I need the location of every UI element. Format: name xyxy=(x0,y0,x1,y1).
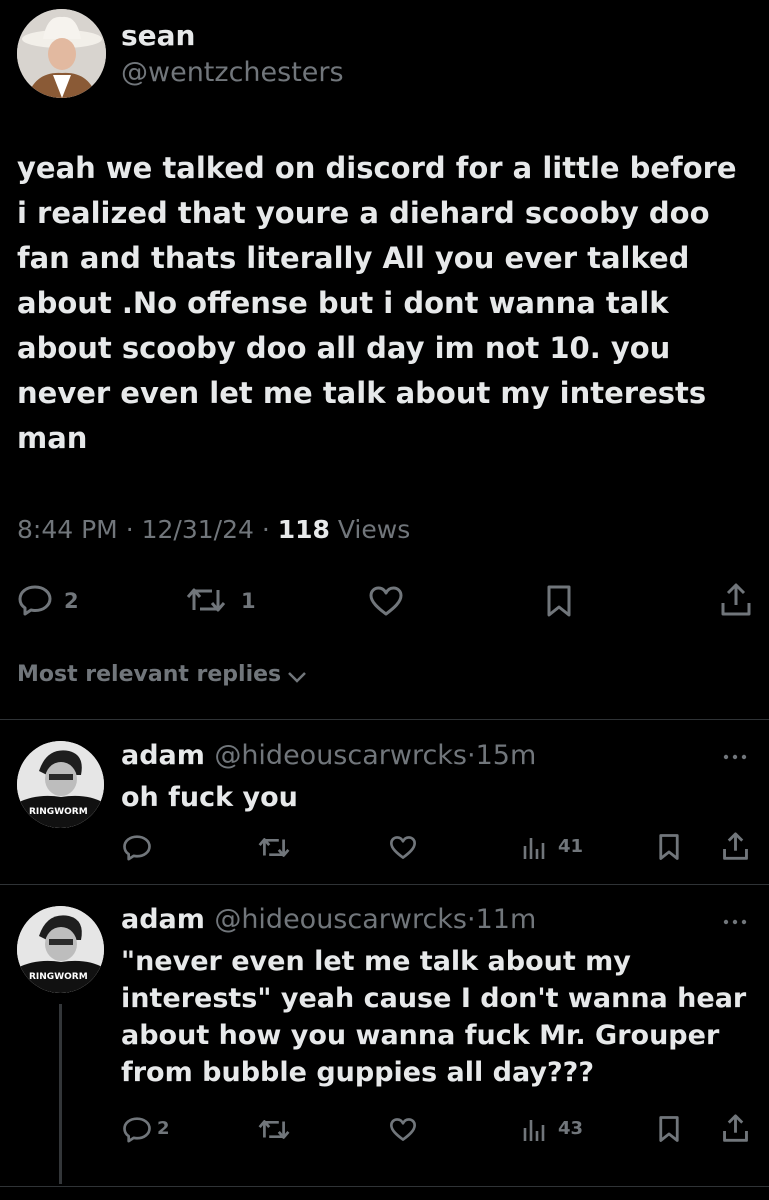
divider xyxy=(0,1186,769,1187)
reply-share-button[interactable] xyxy=(722,832,749,861)
heart-icon xyxy=(390,836,416,859)
meta-separator: · xyxy=(261,515,270,544)
share-icon xyxy=(721,583,751,616)
share-icon xyxy=(723,832,748,860)
views-label: Views xyxy=(337,515,411,544)
reply-separator: · xyxy=(467,740,476,771)
views-count: 118 xyxy=(277,515,330,544)
tweet-meta: 8:44 PM · 12/31/24 · 118 Views xyxy=(17,515,410,544)
retweet-icon xyxy=(258,838,290,857)
author-display-name[interactable]: sean xyxy=(121,19,195,52)
author-handle[interactable]: @wentzchesters xyxy=(121,57,344,88)
sort-replies-dropdown[interactable]: Most relevant replies xyxy=(17,662,308,687)
like-button[interactable] xyxy=(368,585,404,617)
reply-icon xyxy=(123,835,151,861)
more-button[interactable] xyxy=(722,911,748,930)
meta-separator: · xyxy=(125,515,134,544)
reply-header: adam @hideouscarwrcks·15m xyxy=(121,740,536,771)
reply-button[interactable] xyxy=(17,584,53,616)
reply-header: adam @hideouscarwrcks·11m xyxy=(121,904,536,935)
share-icon xyxy=(723,1114,748,1142)
bookmark-icon xyxy=(547,585,571,617)
retweet-icon xyxy=(258,1120,290,1139)
heart-icon xyxy=(390,1118,416,1141)
bookmark-icon xyxy=(659,834,679,860)
reply-icon xyxy=(123,1117,151,1143)
retweet-button[interactable] xyxy=(186,586,226,614)
reply-age[interactable]: 11m xyxy=(476,904,537,935)
reply-views-count: 41 xyxy=(558,836,584,857)
thread-connector-line xyxy=(59,1004,62,1184)
more-icon xyxy=(723,919,747,925)
reply-text: oh fuck you xyxy=(121,782,298,813)
reply-reply-button[interactable] xyxy=(122,1116,152,1143)
retweet-count: 1 xyxy=(241,589,256,613)
reply-handle[interactable]: @hideouscarwrcks xyxy=(214,904,467,935)
bookmark-icon xyxy=(659,1116,679,1142)
share-button[interactable] xyxy=(720,583,752,617)
more-icon xyxy=(723,754,747,760)
reply-avatar[interactable]: RINGWORM xyxy=(17,906,104,993)
author-avatar[interactable] xyxy=(17,9,106,98)
reply-views-button[interactable] xyxy=(522,834,548,860)
views-chart-icon xyxy=(523,1120,545,1141)
tweet-text: yeah we talked on discord for a little b… xyxy=(17,151,737,455)
sort-label: Most relevant replies xyxy=(17,662,282,687)
reply-display-name[interactable]: adam xyxy=(121,740,205,771)
bookmark-button[interactable] xyxy=(546,584,572,618)
reply-retweet-button[interactable] xyxy=(258,836,290,859)
divider xyxy=(0,719,769,720)
divider xyxy=(0,884,769,885)
reply-age[interactable]: 15m xyxy=(476,740,537,771)
reply-handle[interactable]: @hideouscarwrcks xyxy=(214,740,467,771)
reply-retweet-button[interactable] xyxy=(258,1118,290,1141)
tweet-time: 8:44 PM xyxy=(17,515,118,544)
reply-reply-count: 2 xyxy=(157,1118,170,1139)
more-button[interactable] xyxy=(722,746,748,765)
avatar-shirt-text: RINGWORM xyxy=(29,972,88,982)
views-chart-icon xyxy=(523,838,545,859)
reply-like-button[interactable] xyxy=(389,1117,417,1142)
reply-views-count: 43 xyxy=(558,1118,584,1139)
tweet-date: 12/31/24 xyxy=(141,515,254,544)
reply-bookmark-button[interactable] xyxy=(658,833,680,861)
reply-display-name[interactable]: adam xyxy=(121,904,205,935)
reply-views-button[interactable] xyxy=(522,1116,548,1142)
reply-separator: · xyxy=(467,904,476,935)
reply-count: 2 xyxy=(64,589,79,613)
reply-text: "never even let me talk about my interes… xyxy=(121,946,747,1088)
heart-icon xyxy=(369,586,403,616)
reply-avatar[interactable]: RINGWORM xyxy=(17,741,104,828)
chevron-down-icon xyxy=(288,671,307,683)
reply-like-button[interactable] xyxy=(389,835,417,860)
retweet-icon xyxy=(186,588,226,612)
avatar-shirt-text: RINGWORM xyxy=(29,807,88,817)
reply-share-button[interactable] xyxy=(722,1114,749,1143)
reply-bookmark-button[interactable] xyxy=(658,1115,680,1143)
reply-reply-button[interactable] xyxy=(122,834,152,861)
reply-icon xyxy=(18,585,52,616)
